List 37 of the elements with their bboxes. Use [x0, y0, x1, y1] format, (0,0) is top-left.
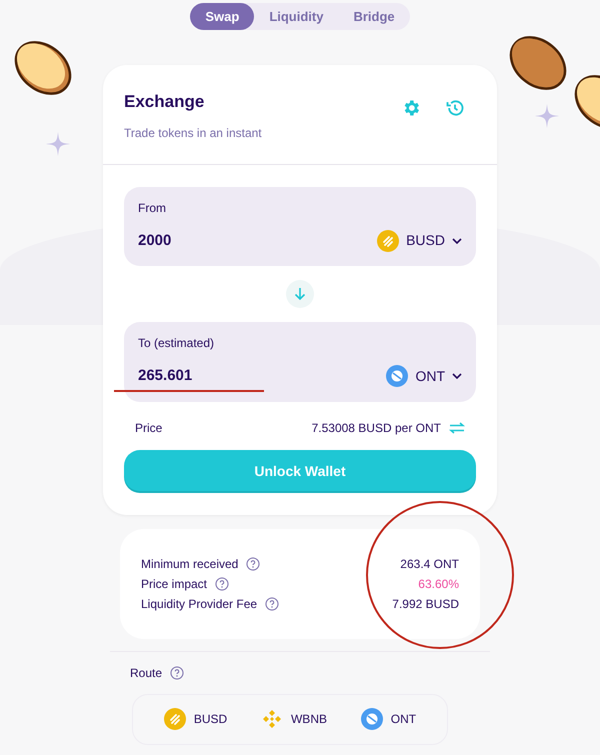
route-token: ONT: [390, 711, 416, 728]
coin-icon: [386, 365, 408, 388]
amount-field[interactable]: 265.601: [138, 365, 288, 388]
detail-label: Minimum received: [141, 556, 238, 572]
detail-value: 63.60%: [418, 576, 459, 592]
route-token: BUSD: [194, 711, 228, 728]
tab[interactable]: Liquidity: [254, 3, 338, 30]
price-value: 7.53008 BUSD per ONT: [312, 420, 441, 436]
detail-value: 7.992 BUSD: [392, 596, 459, 612]
detail-value: 263.4 ONT: [400, 556, 459, 572]
token-select[interactable]: ONT: [386, 365, 462, 388]
token-select[interactable]: BUSD: [377, 230, 462, 252]
coin-icon: [360, 708, 383, 730]
field-label: To (estimated): [138, 335, 216, 352]
coin-icon: [377, 230, 400, 252]
detail-label: Price impact: [141, 576, 208, 592]
coin-icon: [164, 708, 186, 730]
help-icon[interactable]: [265, 596, 280, 610]
sparkle-icon: [535, 104, 559, 128]
field-label: From: [138, 200, 167, 216]
chevron-down-icon: [452, 373, 462, 380]
detail-label: Liquidity Provider Fee: [141, 596, 258, 612]
diamond-icon: [260, 708, 283, 730]
sparkle-icon: [46, 132, 70, 156]
arrow-down-icon: [293, 287, 307, 301]
help-icon[interactable]: [246, 556, 260, 570]
amount-field[interactable]: 2000: [138, 230, 288, 252]
route-token: WBNB: [290, 711, 327, 728]
card-subtitle: Trade tokens in an instant: [124, 124, 262, 142]
route-label: Route: [130, 664, 162, 682]
help-icon[interactable]: [170, 666, 184, 680]
card-title: Exchange: [124, 91, 206, 113]
price-label: Price: [135, 420, 162, 436]
chevron-down-icon: [452, 238, 462, 244]
tab[interactable]: Swap: [190, 3, 254, 30]
help-icon[interactable]: [215, 576, 230, 590]
tab[interactable]: Bridge: [338, 3, 410, 30]
